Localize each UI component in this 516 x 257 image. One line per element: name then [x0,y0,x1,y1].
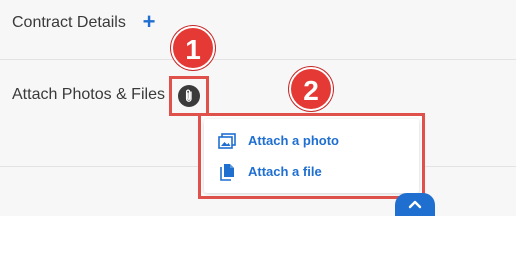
contract-details-label: Contract Details [12,14,126,31]
file-icon [220,164,234,181]
chevron-up-icon [408,200,422,209]
form-panel: Contract Details + Attach Photos & Files… [0,0,516,216]
callout-badge-2: 2 [289,67,333,111]
menu-item-label: Attach a file [248,164,322,179]
photo-icon [218,133,236,149]
attach-button[interactable] [178,85,200,107]
menu-item-attach-file[interactable]: Attach a file [204,157,419,187]
paperclip-icon [185,89,192,102]
attach-menu-highlight: Attach a photo Attach a file [198,113,425,199]
attach-photos-files-label: Attach Photos & Files [12,86,165,103]
divider [0,59,516,60]
attach-menu: Attach a photo Attach a file [204,119,419,193]
add-contract-details-button[interactable]: + [140,9,158,35]
attach-button-highlight [169,76,209,116]
callout-badge-1: 1 [171,26,215,70]
menu-item-attach-photo[interactable]: Attach a photo [204,126,419,156]
scroll-to-top-button[interactable] [395,193,435,216]
menu-item-label: Attach a photo [248,133,339,148]
